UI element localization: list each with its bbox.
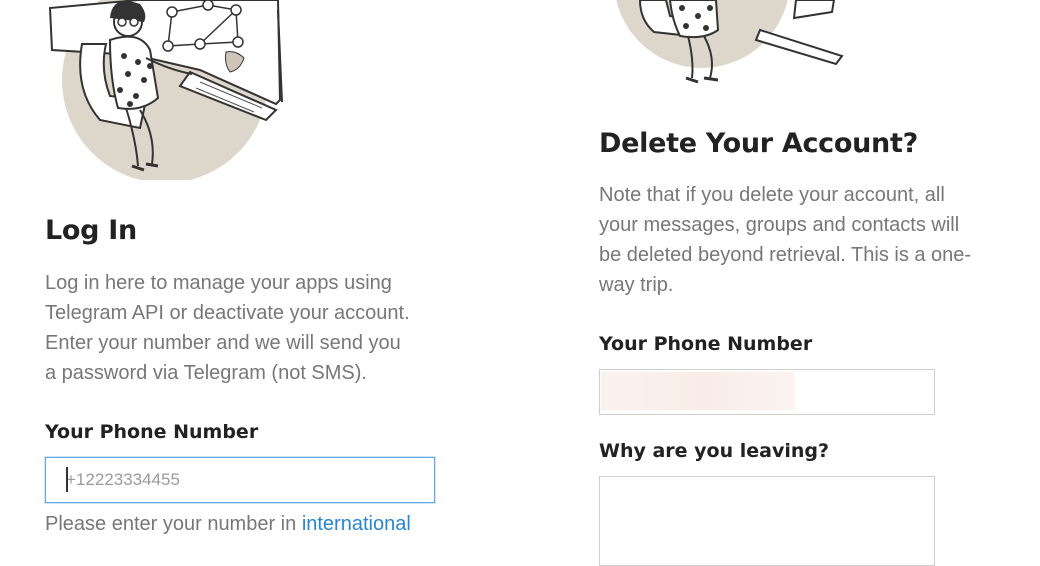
- login-description-line: a password via Telegram (not SMS).: [45, 362, 367, 384]
- international-format-link[interactable]: international: [302, 513, 411, 535]
- login-phone-label: Your Phone Number: [45, 421, 259, 443]
- delete-description-line: your messages, groups and contacts will: [599, 214, 960, 236]
- leaving-reason-label: Why are you leaving?: [599, 440, 830, 462]
- login-illustration: [48, 0, 283, 180]
- login-description: Log in here to manage your apps using Te…: [45, 268, 465, 388]
- login-description-line: Enter your number and we will send you: [45, 332, 401, 354]
- login-description-line: Telegram API or deactivate your account.: [45, 302, 410, 324]
- delete-title: Delete Your Account?: [599, 128, 918, 159]
- login-description-line: Log in here to manage your apps using: [45, 272, 392, 294]
- text-cursor: [66, 467, 68, 492]
- login-phone-hint: Please enter your number in internationa…: [45, 513, 411, 536]
- delete-description-line: Note that if you delete your account, al…: [599, 184, 945, 206]
- delete-description: Note that if you delete your account, al…: [599, 180, 1019, 300]
- delete-description-line: way trip.: [599, 274, 674, 296]
- delete-description-line: be deleted beyond retrieval. This is a o…: [599, 244, 972, 266]
- hint-text: Please enter your number in: [45, 513, 302, 535]
- redacted-phone-value: [601, 372, 795, 410]
- delete-phone-label: Your Phone Number: [599, 333, 813, 355]
- delete-illustration: [616, 0, 844, 84]
- login-title: Log In: [45, 215, 137, 246]
- login-phone-input[interactable]: [45, 457, 435, 503]
- leaving-reason-textarea[interactable]: [599, 476, 935, 566]
